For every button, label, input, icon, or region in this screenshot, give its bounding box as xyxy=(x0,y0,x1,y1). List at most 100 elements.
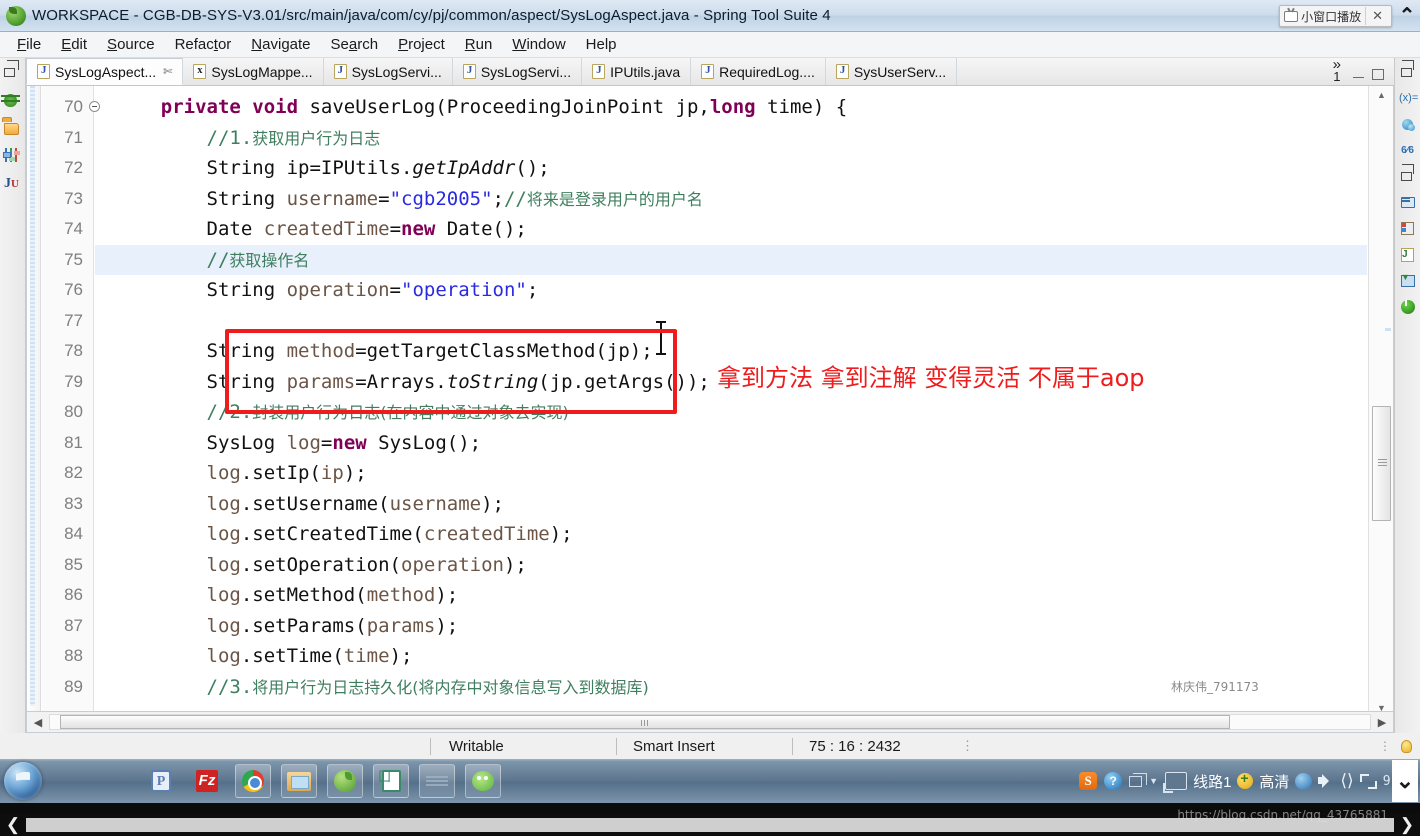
code-line[interactable]: log.setTime(time); xyxy=(95,641,1367,672)
code-line[interactable]: log.setIp(ip); xyxy=(95,458,1367,489)
editor-vertical-scrollbar[interactable]: ▲ ▼ xyxy=(1368,86,1393,720)
scroll-up-icon[interactable]: ▲ xyxy=(1374,90,1389,103)
code-token: String xyxy=(115,370,287,393)
help-icon[interactable]: ? xyxy=(1104,772,1123,790)
editor-tab-0[interactable]: SysLogAspect... ✄ xyxy=(26,58,184,85)
code-line[interactable]: //2.封装用户行为日志(在内容中通过对象去实现) xyxy=(95,397,1367,428)
maximize-icon[interactable] xyxy=(1372,69,1384,80)
menu-item-search[interactable]: Search xyxy=(322,34,388,55)
restore-view-icon-2[interactable] xyxy=(1399,168,1416,185)
chevron-up-icon[interactable]: ⌃ xyxy=(1396,4,1418,30)
horizontal-scroll-thumb[interactable] xyxy=(60,715,1230,729)
chrome-icon[interactable] xyxy=(235,764,271,798)
code-token: String xyxy=(115,187,287,210)
show-desktop-icon[interactable] xyxy=(1129,772,1148,787)
notepad-icon[interactable] xyxy=(373,764,409,798)
code-token: "operation" xyxy=(401,279,527,301)
horizontal-scroll-track[interactable] xyxy=(49,714,1371,730)
code-line[interactable]: Date createdTime=new Date(); xyxy=(95,214,1367,245)
wechat-icon[interactable] xyxy=(465,764,501,798)
code-line[interactable]: log.setParams(params); xyxy=(95,611,1367,642)
editor-tab-6[interactable]: SysUserServ... xyxy=(826,58,958,85)
code-editor[interactable]: 70 71 72 73 74 75 76 77 78 79 80 81 82 83 84 85 86 87 88 89… xyxy=(26,86,1394,721)
close-icon[interactable]: ✕ xyxy=(1365,7,1389,25)
editor-tab-5[interactable]: RequiredLog.... xyxy=(691,58,826,85)
collapse-chevron-icon[interactable]: ⌄ xyxy=(1392,760,1418,802)
close-icon[interactable]: ✄ xyxy=(163,65,172,78)
outline-icon[interactable] xyxy=(1399,194,1416,211)
download-icon[interactable] xyxy=(1399,272,1416,289)
prev-arrow-icon[interactable]: ❮ xyxy=(0,815,26,835)
editor-tab-4[interactable]: IPUtils.java xyxy=(582,58,692,85)
chevron-down-icon[interactable]: ▼ xyxy=(1149,776,1158,786)
expressions-icon[interactable]: 6⁄6 xyxy=(1399,142,1416,159)
sogou-input-icon[interactable]: S xyxy=(1079,772,1098,790)
start-button[interactable] xyxy=(4,762,42,800)
file-explorer-icon[interactable] xyxy=(281,764,317,798)
bug-explorer-icon[interactable] xyxy=(4,92,21,109)
player-quality-label[interactable]: 高清 xyxy=(1259,771,1289,792)
code-line[interactable] xyxy=(95,306,1367,337)
menu-item-navigate[interactable]: Navigate xyxy=(242,34,319,55)
code-token: =Arrays. xyxy=(355,370,447,393)
vertical-scroll-thumb[interactable] xyxy=(1372,406,1391,521)
boot-dashboard-icon[interactable] xyxy=(1399,298,1416,315)
code-line[interactable]: log.setOperation(operation); xyxy=(95,550,1367,581)
restore-view-icon[interactable] xyxy=(4,64,21,81)
speaker-icon[interactable] xyxy=(1318,774,1334,788)
editor-horizontal-scrollbar[interactable]: ◀ ▶ xyxy=(26,711,1394,733)
menubar: File Edit Source Refactor Navigate Search Proj… xyxy=(0,32,1420,58)
fullscreen-icon[interactable] xyxy=(1359,773,1377,789)
code-line[interactable]: log.setUsername(username); xyxy=(95,489,1367,520)
junit-icon[interactable]: JU xyxy=(4,176,21,193)
code-token: SysLog(); xyxy=(378,431,482,454)
package-explorer-icon[interactable] xyxy=(4,120,21,137)
task-list-icon[interactable] xyxy=(1399,220,1416,237)
next-arrow-icon[interactable]: ❯ xyxy=(1394,815,1420,835)
menu-item-window[interactable]: Window xyxy=(503,34,574,55)
bottom-progress-bar[interactable]: https://blog.csdn.net/qq_43765881 xyxy=(26,808,1394,832)
code-line[interactable]: //获取操作名 xyxy=(95,244,1367,275)
screen-cast-icon[interactable] xyxy=(1163,772,1188,793)
code-line[interactable]: String ip=IPUtils.getIpAddr(); xyxy=(95,153,1367,184)
editor-tab-3[interactable]: SysLogServi... xyxy=(453,58,583,85)
code-line[interactable]: //1.获取用户行为日志 xyxy=(95,123,1367,154)
add-icon[interactable] xyxy=(1237,770,1254,789)
code-token: .setIp( xyxy=(240,462,321,484)
code-line[interactable]: String username="cgb2005";//将来是登录用户的用户名 xyxy=(95,184,1367,215)
editor-tab-2[interactable]: SysLogServi... xyxy=(324,58,453,85)
small-window-playback-overlay[interactable]: 小窗口播放 ✕ xyxy=(1279,5,1392,27)
editor-window-buttons xyxy=(1349,69,1394,85)
filezilla-icon[interactable]: Fz xyxy=(189,764,225,798)
code-line[interactable]: log.setMethod(method); xyxy=(95,580,1367,611)
breakpoints-icon[interactable] xyxy=(1399,116,1416,133)
misc-app-icon[interactable] xyxy=(419,764,455,798)
code-text-area[interactable]: private void saveUserLog(ProceedingJoinP… xyxy=(95,86,1367,720)
menu-item-edit[interactable]: Edit xyxy=(52,34,96,55)
menu-item-run[interactable]: Run xyxy=(456,34,502,55)
scroll-right-icon[interactable]: ▶ xyxy=(1371,716,1393,729)
line-number: 72 xyxy=(64,158,83,177)
player-line-label[interactable]: 线路1 xyxy=(1193,771,1231,792)
menu-item-project[interactable]: Project xyxy=(389,34,454,55)
menu-item-file[interactable]: File xyxy=(8,34,50,55)
code-line[interactable]: SysLog log=new SysLog(); xyxy=(95,428,1367,459)
code-token: = xyxy=(320,431,333,454)
spring-tool-suite-icon[interactable] xyxy=(327,764,363,798)
code-line[interactable]: log.setCreatedTime(createdTime); xyxy=(95,519,1367,550)
menu-item-refactor[interactable]: Refactor xyxy=(166,34,241,55)
code-line[interactable]: private void saveUserLog(ProceedingJoinP… xyxy=(95,92,1367,123)
minimize-icon[interactable] xyxy=(1353,72,1364,78)
tab-overflow-button[interactable]: » 1 xyxy=(1325,57,1349,85)
menu-item-source[interactable]: Source xyxy=(98,34,164,55)
restore-view-icon[interactable] xyxy=(1399,64,1416,81)
properties-icon[interactable] xyxy=(4,148,21,165)
foxit-reader-icon[interactable]: P xyxy=(143,764,179,798)
variables-icon[interactable]: (x)= xyxy=(1399,90,1418,107)
scroll-left-icon[interactable]: ◀ xyxy=(27,716,49,729)
javadoc-icon[interactable] xyxy=(1399,246,1416,263)
editor-tab-1[interactable]: SysLogMappe... xyxy=(183,58,324,85)
menu-item-help[interactable]: Help xyxy=(577,34,626,55)
quick-access-bulb-icon[interactable] xyxy=(1401,739,1412,753)
code-line[interactable]: String operation="operation"; xyxy=(95,275,1367,306)
